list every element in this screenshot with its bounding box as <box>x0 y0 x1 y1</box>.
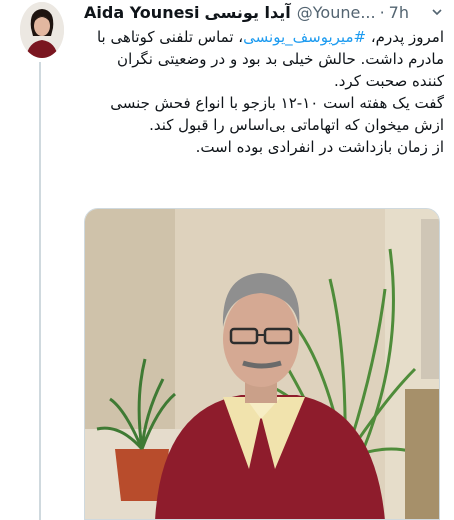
tweet-paragraph-3: از زمان بازداشت در انفرادی بوده است. <box>195 138 444 156</box>
chevron-down-icon[interactable] <box>430 4 444 20</box>
author-avatar[interactable] <box>20 2 64 58</box>
hashtag-link[interactable]: #میریوسف_یونسی <box>243 28 366 46</box>
tweet-timestamp[interactable]: 7h <box>389 3 409 22</box>
paragraph-1-prefix: امروز پدرم، <box>366 28 444 46</box>
author-handle[interactable]: @Youne... <box>297 3 376 22</box>
author-display-name[interactable]: Aida Younesi <box>84 3 199 22</box>
thread-line <box>39 62 41 520</box>
tweet-header: Aida Younesi آیدا یونسی @Youne... · 7h <box>84 0 444 24</box>
separator-dot: · <box>379 2 385 22</box>
author-display-name-fa[interactable]: آیدا یونسی <box>204 3 290 22</box>
photo-elderly-man-with-plants-icon <box>85 209 439 519</box>
avatar-photo-icon <box>20 2 64 58</box>
tweet-media[interactable] <box>84 208 440 520</box>
tweet-paragraph-2: گفت یک هفته است ۱۰-۱۲ بازجو با انواع فحش… <box>110 94 444 134</box>
tweet-paragraph-1: امروز پدرم، #میریوسف_یونسی، تماس تلفنی ک… <box>82 26 444 92</box>
tweet-text: امروز پدرم، #میریوسف_یونسی، تماس تلفنی ک… <box>82 26 444 158</box>
